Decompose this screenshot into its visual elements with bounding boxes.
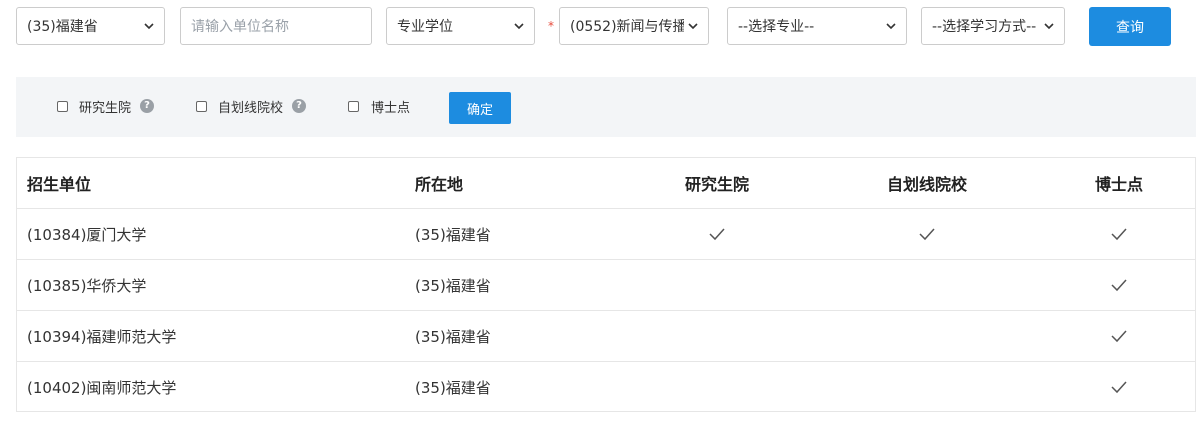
unit-name[interactable]: (10394)福建师范大学 bbox=[27, 311, 176, 361]
location: (35)福建省 bbox=[415, 225, 491, 244]
table-header-row: 招生单位 所在地 研究生院 自划线院校 博士点 bbox=[17, 158, 1195, 209]
table-row: (10394)福建师范大学 (35)福建省 bbox=[17, 311, 1195, 362]
discipline-value: (0552)新闻与传播 bbox=[570, 19, 684, 35]
self-line-cell bbox=[827, 260, 1027, 310]
doctoral-checkbox[interactable] bbox=[348, 101, 359, 112]
confirm-button[interactable]: 确定 bbox=[449, 92, 511, 124]
unit-name[interactable]: (10402)闽南师范大学 bbox=[27, 362, 176, 412]
check-icon bbox=[1111, 330, 1127, 343]
location: (35)福建省 bbox=[415, 378, 491, 397]
location: (35)福建省 bbox=[415, 327, 491, 346]
help-icon[interactable]: ? bbox=[292, 99, 306, 113]
self-line-cell bbox=[827, 362, 1027, 412]
table-row: (10385)华侨大学 (35)福建省 bbox=[17, 260, 1195, 311]
unit-name-input[interactable]: 请输入单位名称 bbox=[180, 7, 372, 45]
chevron-down-icon bbox=[886, 23, 896, 30]
doctoral-cell bbox=[1039, 260, 1199, 310]
location: (35)福建省 bbox=[415, 276, 491, 295]
chevron-down-icon bbox=[1044, 23, 1054, 30]
table-row: (10384)厦门大学 (35)福建省 bbox=[17, 209, 1195, 260]
graduate-school-label: 研究生院 bbox=[79, 101, 132, 116]
check-icon bbox=[1111, 228, 1127, 241]
required-mark: * bbox=[548, 19, 554, 33]
discipline-select[interactable]: (0552)新闻与传播 bbox=[559, 7, 709, 45]
check-icon bbox=[1111, 279, 1127, 292]
help-icon[interactable]: ? bbox=[140, 99, 154, 113]
chevron-down-icon bbox=[514, 23, 524, 30]
header-location: 所在地 bbox=[415, 175, 464, 194]
doctoral-cell bbox=[1039, 362, 1199, 412]
degree-type-select[interactable]: 专业学位 bbox=[386, 7, 535, 45]
self-line-cell bbox=[827, 209, 1027, 259]
major-value: --选择专业-- bbox=[738, 19, 815, 35]
chevron-down-icon bbox=[688, 23, 698, 30]
header-graduate-school: 研究生院 bbox=[684, 175, 749, 194]
study-mode-select[interactable]: --选择学习方式-- bbox=[921, 7, 1065, 45]
province-select[interactable]: (35)福建省 bbox=[16, 7, 165, 45]
self-line-checkbox[interactable] bbox=[196, 101, 207, 112]
header-unit: 招生单位 bbox=[27, 175, 92, 194]
self-line-cell bbox=[827, 311, 1027, 361]
unit-name-placeholder: 请输入单位名称 bbox=[191, 19, 289, 35]
unit-name[interactable]: (10385)华侨大学 bbox=[27, 260, 146, 310]
check-icon bbox=[919, 228, 935, 241]
chevron-down-icon bbox=[144, 23, 154, 30]
study-mode-value: --选择学习方式-- bbox=[932, 19, 1037, 35]
unit-name[interactable]: (10384)厦门大学 bbox=[27, 209, 146, 259]
filter-bar: 研究生院 ? 自划线院校 ? 博士点 确定 bbox=[16, 77, 1196, 137]
province-select-value: (35)福建省 bbox=[27, 19, 98, 35]
results-table: 招生单位 所在地 研究生院 自划线院校 博士点 (10384)厦门大学 (35)福… bbox=[16, 157, 1196, 412]
graduate-school-cell bbox=[637, 311, 797, 361]
doctoral-label: 博士点 bbox=[371, 101, 411, 116]
graduate-school-cell bbox=[637, 260, 797, 310]
doctoral-cell bbox=[1039, 311, 1199, 361]
table-row: (10402)闽南师范大学 (35)福建省 bbox=[17, 362, 1195, 413]
self-line-label: 自划线院校 bbox=[218, 101, 284, 116]
header-doctoral: 博士点 bbox=[1094, 175, 1143, 194]
major-select[interactable]: --选择专业-- bbox=[727, 7, 907, 45]
header-self-line: 自划线院校 bbox=[886, 175, 967, 194]
graduate-school-cell bbox=[637, 209, 797, 259]
check-icon bbox=[1111, 381, 1127, 394]
doctoral-cell bbox=[1039, 209, 1199, 259]
graduate-school-checkbox[interactable] bbox=[57, 101, 68, 112]
graduate-school-cell bbox=[637, 362, 797, 412]
query-button[interactable]: 查询 bbox=[1089, 7, 1171, 46]
check-icon bbox=[709, 228, 725, 241]
degree-type-value: 专业学位 bbox=[397, 19, 453, 35]
